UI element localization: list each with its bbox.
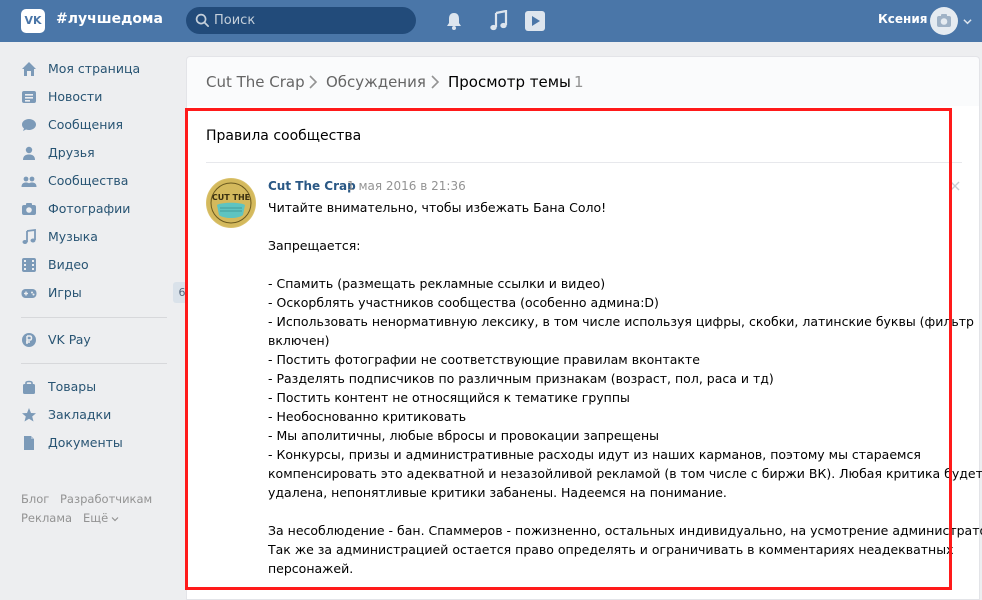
sidebar-item-news[interactable]: Новости <box>21 84 171 110</box>
sidebar-divider <box>21 363 167 364</box>
avatar[interactable] <box>930 7 958 35</box>
search-icon <box>195 13 209 27</box>
music-note-icon <box>22 229 36 244</box>
camera-icon <box>937 14 951 27</box>
highlight-box <box>185 108 952 590</box>
sidebar-item-my-page[interactable]: Моя страница <box>21 56 171 82</box>
home-icon <box>22 62 36 76</box>
sidebar-item-messages[interactable]: Сообщения <box>21 112 171 138</box>
sidebar-item-label: Моя страница <box>48 61 141 76</box>
groups-icon <box>21 176 37 187</box>
breadcrumb-current: Просмотр темы <box>448 73 571 91</box>
chevron-right-icon <box>431 75 440 89</box>
sidebar-item-documents[interactable]: Документы <box>21 430 171 456</box>
sidebar: Моя страница Новости Сообщения Друзья Со… <box>0 42 191 600</box>
camera-icon <box>22 203 36 215</box>
film-icon <box>22 258 36 272</box>
messages-icon <box>22 119 36 131</box>
chevron-down-icon[interactable] <box>963 17 972 26</box>
sidebar-item-friends[interactable]: Друзья <box>21 140 171 166</box>
sidebar-item-games[interactable]: Игры 6 <box>21 280 191 306</box>
document-icon <box>24 436 34 450</box>
gamepad-icon <box>21 289 37 298</box>
top-header: VK #лучшедома Ксения <box>0 0 982 42</box>
bell-icon[interactable] <box>444 11 464 31</box>
vkpay-icon <box>22 333 36 347</box>
breadcrumb-discussions[interactable]: Обсуждения <box>326 73 426 91</box>
sidebar-item-label: VK Pay <box>48 332 91 347</box>
chevron-down-icon <box>111 517 119 522</box>
sidebar-item-video[interactable]: Видео <box>21 252 171 278</box>
search-box[interactable] <box>186 7 416 34</box>
sidebar-item-label: Сообщества <box>48 173 129 188</box>
sidebar-item-groups[interactable]: Сообщества <box>21 168 171 194</box>
search-input[interactable] <box>214 7 409 34</box>
sidebar-item-goods[interactable]: Товары <box>21 374 171 400</box>
footer-link-ads[interactable]: Реклама <box>21 511 72 525</box>
star-icon <box>22 408 36 422</box>
sidebar-item-label: Закладки <box>48 407 112 422</box>
chevron-right-icon <box>309 75 318 89</box>
bag-icon <box>23 380 35 394</box>
sidebar-item-label: Друзья <box>48 145 95 160</box>
footer-link-developers[interactable]: Разработчикам <box>60 492 152 506</box>
news-icon <box>22 91 36 103</box>
breadcrumb-count: 1 <box>574 73 584 91</box>
friends-icon <box>23 146 35 160</box>
play-icon[interactable] <box>524 10 546 32</box>
community-hashtag[interactable]: #лучшедома <box>56 11 163 27</box>
footer-link-more[interactable]: Ещё <box>83 511 108 525</box>
user-name[interactable]: Ксения <box>878 12 927 26</box>
sidebar-divider <box>21 317 167 318</box>
sidebar-item-label: Документы <box>48 435 123 450</box>
sidebar-item-vk-pay[interactable]: VK Pay <box>21 327 171 353</box>
music-icon[interactable] <box>489 10 509 32</box>
vk-logo[interactable]: VK <box>21 9 45 33</box>
sidebar-item-photos[interactable]: Фотографии <box>21 196 171 222</box>
sidebar-item-music[interactable]: Музыка <box>21 224 171 250</box>
breadcrumb-community[interactable]: Cut The Crap <box>206 73 305 91</box>
sidebar-item-label: Фотографии <box>48 201 131 216</box>
sidebar-item-label: Видео <box>48 257 89 272</box>
sidebar-item-label: Музыка <box>48 229 98 244</box>
footer-link-blog[interactable]: Блог <box>21 492 49 506</box>
sidebar-item-bookmarks[interactable]: Закладки <box>21 402 171 428</box>
sidebar-item-label: Новости <box>48 89 103 104</box>
sidebar-item-label: Товары <box>48 379 97 394</box>
sidebar-item-label: Сообщения <box>48 117 124 132</box>
sidebar-item-label: Игры <box>48 285 82 300</box>
